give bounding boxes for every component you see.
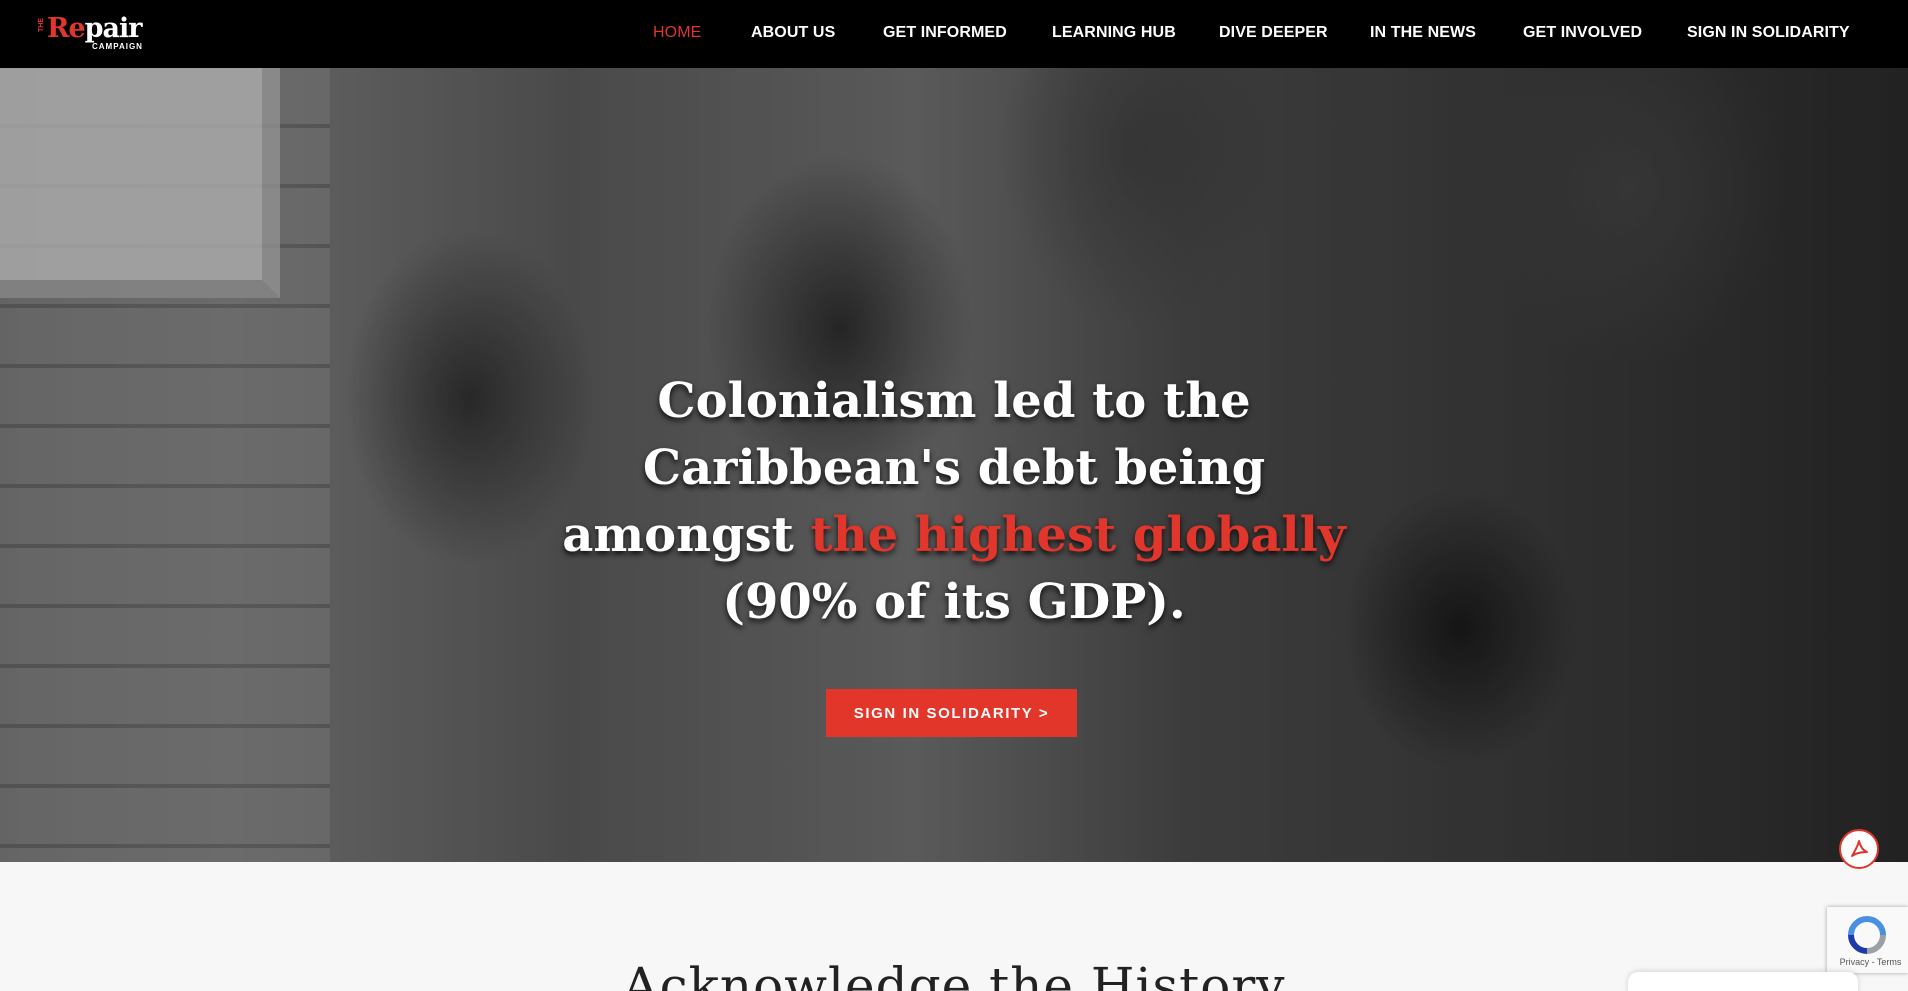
top-navbar: THE Repair CAMPAIGN HOME ABOUT US GET IN… (0, 0, 1908, 68)
nav-item-learning-hub[interactable]: LEARNING HUB (1052, 24, 1176, 42)
section-title: Acknowledge the History (622, 957, 1286, 991)
nav-item-get-involved[interactable]: GET INVOLVED (1523, 24, 1642, 42)
sign-in-solidarity-button[interactable]: SIGN IN SOLIDARITY > (826, 689, 1077, 737)
pdf-button[interactable] (1839, 829, 1879, 869)
hero-headline: Colonialism led to the Caribbean's debt … (540, 368, 1368, 636)
page: THE Repair CAMPAIGN HOME ABOUT US GET IN… (0, 0, 1908, 991)
nav-item-home[interactable]: HOME (653, 24, 701, 42)
recaptcha-terms-link[interactable]: Privacy - Terms (1833, 957, 1908, 967)
hero-section: Colonialism led to the Caribbean's debt … (0, 68, 1908, 862)
nav-item-dive-deeper[interactable]: DIVE DEEPER (1219, 24, 1328, 42)
pdf-icon (1851, 840, 1868, 857)
nav-item-about-us[interactable]: ABOUT US (751, 24, 835, 42)
chat-widget[interactable] (1628, 972, 1858, 991)
recaptcha-badge[interactable]: Privacy - Terms (1827, 907, 1908, 973)
recaptcha-icon (1848, 916, 1886, 954)
main-nav: HOME ABOUT US GET INFORMED LEARNING HUB … (0, 0, 1908, 68)
nav-item-get-informed[interactable]: GET INFORMED (883, 24, 1007, 42)
nav-item-sign-in-solidarity[interactable]: SIGN IN SOLIDARITY (1687, 24, 1850, 42)
hero-headline-accent: the highest globally (810, 507, 1346, 563)
hero-headline-part2: (90% of its GDP). (722, 574, 1186, 630)
nav-item-in-the-news[interactable]: IN THE NEWS (1370, 24, 1476, 42)
